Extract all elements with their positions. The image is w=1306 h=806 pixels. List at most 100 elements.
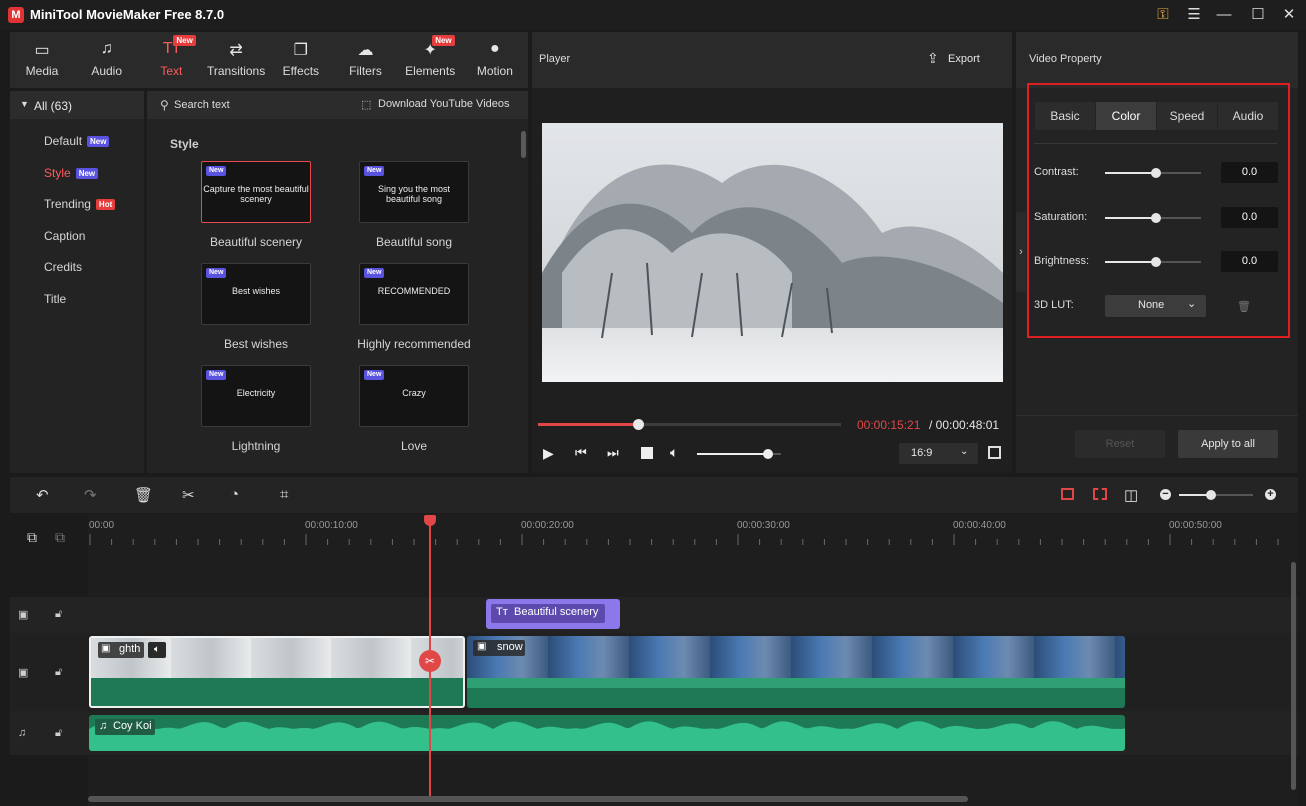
text-template-beautiful-song[interactable]: New Sing you the most beautiful song [359, 161, 469, 223]
category-default[interactable]: Default New [44, 134, 110, 148]
download-youtube-link[interactable]: Download YouTube Videos [378, 98, 510, 110]
delete-icon[interactable]: 🗑︎ [134, 486, 153, 504]
template-preview-text: Best wishes [231, 286, 281, 296]
app-title: MiniTool MovieMaker Free 8.7.0 [30, 7, 225, 22]
category-label: Credits [44, 260, 83, 274]
property-label: Brightness: [1034, 255, 1090, 267]
property-title: Video Property [1029, 53, 1102, 65]
tool-text[interactable]: Tт Text New [139, 32, 203, 88]
category-style[interactable]: Style New [44, 165, 99, 180]
tab-color[interactable]: Color [1096, 102, 1156, 130]
menu-icon[interactable]: ☰ [1183, 4, 1205, 26]
new-badge: New [206, 268, 227, 278]
tab-basic[interactable]: Basic [1035, 102, 1095, 130]
category-caption[interactable]: Caption [44, 229, 85, 243]
tool-elements[interactable]: ✦ Elements New [398, 32, 462, 88]
zoom-out-icon[interactable]: − [1160, 489, 1171, 500]
copy-track-icon[interactable]: ⧉ [55, 529, 65, 546]
property-value[interactable]: 0.0 [1221, 251, 1278, 272]
aspect-ratio-select[interactable]: 16:9 ⌄ [899, 443, 978, 464]
property-slider-knob[interactable] [1151, 257, 1161, 267]
maximize-button[interactable]: ☐ [1247, 4, 1269, 26]
film-icon: ▣ [477, 641, 487, 652]
text-template-lightning[interactable]: New Electricity [201, 365, 311, 427]
tab-speed[interactable]: Speed [1157, 102, 1217, 130]
timeline-vertical-scrollbar[interactable] [1291, 562, 1296, 790]
snap-icon[interactable] [1061, 488, 1074, 500]
audio-clip[interactable]: ♫ Coy Koi [89, 715, 1125, 751]
property-value[interactable]: 0.0 [1221, 206, 1278, 228]
tool-media[interactable]: ▭ Media [10, 32, 74, 88]
video-clip-snow[interactable]: ▣ snow [467, 636, 1125, 708]
video-clip-ghth[interactable]: ▣ ghth 🔈︎ [89, 636, 465, 708]
tool-filters[interactable]: ☁ Filters [334, 32, 398, 88]
text-template-love[interactable]: New Crazy [359, 365, 469, 427]
key-icon[interactable]: ⚿ [1152, 4, 1174, 26]
undo-icon[interactable]: ↶ [36, 486, 49, 504]
tool-transitions[interactable]: ⇄ Transitions [204, 32, 268, 88]
lock-icon[interactable]: 🔓︎ [55, 727, 62, 740]
zoom-knob[interactable] [1206, 490, 1216, 500]
template-preview-text: Electricity [236, 388, 276, 398]
export-button[interactable]: Export [948, 53, 980, 65]
tool-label: Text [160, 64, 183, 78]
player-progress-knob[interactable] [632, 419, 644, 430]
split-icon[interactable]: ✂ [182, 486, 195, 504]
property-slider-fill [1105, 261, 1156, 263]
previous-frame-button[interactable]: ⏮ [575, 445, 587, 461]
text-template-highly-recommended[interactable]: New RECOMMENDED [359, 263, 469, 325]
reset-button[interactable]: Reset [1075, 430, 1165, 458]
category-trending[interactable]: Trending Hot [44, 197, 116, 211]
text-template-best-wishes[interactable]: New Best wishes [201, 263, 311, 325]
redo-icon[interactable]: ↷ [84, 486, 97, 504]
close-button[interactable]: ✕ [1278, 4, 1300, 26]
audio-on-icon[interactable]: 🔈︎ [148, 642, 166, 658]
play-button[interactable]: ▶ [543, 445, 554, 462]
tab-audio[interactable]: Audio [1218, 102, 1278, 130]
scissors-icon[interactable]: ✂ [419, 650, 441, 672]
fullscreen-icon[interactable] [988, 446, 1001, 459]
fit-icon[interactable]: ◫ [1124, 486, 1138, 504]
aspect-ratio-value: 16:9 [911, 447, 933, 459]
tool-label: Effects [282, 64, 320, 78]
ruler-label: 00:00:50:00 [1169, 520, 1222, 531]
search-text-input[interactable]: Search text [174, 99, 230, 111]
template-preview-text: RECOMMENDED [377, 286, 451, 296]
new-badge: New [206, 166, 227, 176]
category-title[interactable]: Title [44, 292, 66, 306]
tool-audio[interactable]: ♫ Audio [75, 32, 139, 88]
timeline-ruler[interactable] [88, 530, 1288, 550]
new-badge: New [206, 370, 227, 380]
library-scrollbar[interactable] [521, 131, 526, 158]
crop-icon[interactable]: ⌗ [280, 486, 288, 503]
lock-icon[interactable]: 🔓︎ [55, 666, 62, 679]
tool-motion[interactable]: ● Motion [463, 32, 527, 88]
minimize-button[interactable]: — [1213, 4, 1235, 26]
split-screen-icon[interactable] [1093, 488, 1107, 500]
stop-button[interactable] [641, 447, 653, 459]
template-label: Highly recommended [357, 337, 471, 351]
text-clip[interactable]: Tт Beautiful scenery [486, 599, 620, 629]
collapse-panel-icon[interactable]: › [1016, 212, 1026, 292]
download-icon: ⬚ [361, 99, 372, 111]
property-header: Video Property [1016, 32, 1298, 88]
lock-icon[interactable]: 🔓︎ [55, 608, 62, 621]
property-value[interactable]: 0.0 [1221, 162, 1278, 183]
new-badge: New [364, 370, 385, 380]
next-frame-button[interactable]: ⏭ [607, 445, 619, 461]
zoom-in-icon[interactable]: + [1265, 489, 1276, 500]
text-template-beautiful-scenery[interactable]: New Capture the most beautiful scenery [201, 161, 311, 223]
volume-icon[interactable]: 🔈︎ [670, 444, 678, 461]
timeline-horizontal-scrollbar[interactable] [88, 796, 968, 802]
apply-to-all-button[interactable]: Apply to all [1178, 430, 1278, 458]
property-slider-knob[interactable] [1151, 168, 1161, 178]
category-label: Style [44, 165, 71, 180]
property-slider-knob[interactable] [1151, 212, 1161, 223]
template-label: Best wishes [223, 337, 289, 351]
motion-icon: ● [490, 40, 500, 57]
tool-effects[interactable]: ❐ Effects [269, 32, 333, 88]
add-track-icon[interactable]: ⧉ [27, 529, 37, 546]
category-credits[interactable]: Credits [44, 260, 82, 274]
speed-icon[interactable]: ◔ [230, 486, 239, 503]
category-all[interactable] [10, 91, 144, 119]
